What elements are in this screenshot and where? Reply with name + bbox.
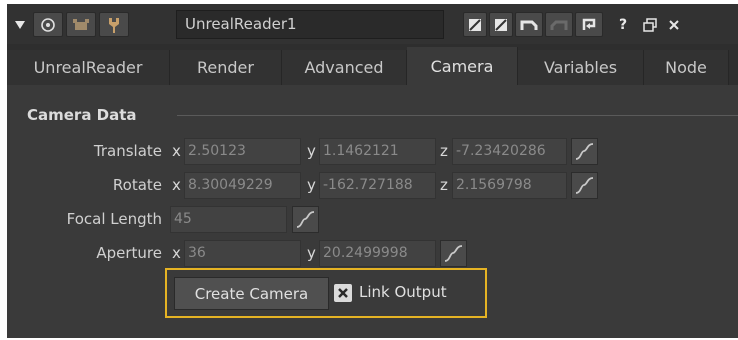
focal-length-animation-icon[interactable] [292, 206, 319, 233]
rotate-y-field[interactable]: -162.727188 [319, 172, 436, 199]
link-output-label[interactable]: Link Output [359, 283, 447, 301]
aperture-y-field[interactable]: 20.2499998 [319, 240, 436, 267]
rotate-z-field[interactable]: 2.1569798 [452, 172, 567, 199]
aperture-y-axis: y [307, 244, 316, 262]
aperture-x-field[interactable]: 36 [184, 240, 301, 267]
slash-square-alt-icon[interactable] [489, 12, 513, 37]
check-x-icon [338, 288, 348, 298]
rotate-x-field[interactable]: 8.30049229 [184, 172, 301, 199]
revert-icon[interactable] [575, 12, 603, 37]
rotate-label: Rotate [112, 176, 162, 194]
tab-advanced[interactable]: Advanced [282, 50, 407, 85]
rotate-animation-icon[interactable] [571, 172, 598, 199]
help-button[interactable]: ? [613, 12, 633, 37]
redo-icon [545, 12, 573, 37]
focal-length-field[interactable]: 45 [170, 206, 287, 233]
translate-animation-icon[interactable] [571, 138, 598, 165]
rotate-z-axis: z [440, 176, 448, 194]
translate-y-axis: y [307, 142, 316, 160]
tool-wrench-icon[interactable] [99, 12, 129, 37]
aperture-label: Aperture [96, 244, 162, 262]
node-panel: UnrealReader1 ? UnrealReader Render Adva… [0, 0, 738, 340]
node-name-field[interactable]: UnrealReader1 [176, 10, 444, 39]
tab-bar: UnrealReader Render Advanced Camera Vari… [7, 44, 738, 85]
close-icon[interactable] [664, 12, 684, 37]
translate-z-axis: z [440, 142, 448, 160]
create-camera-button[interactable]: Create Camera [174, 277, 329, 310]
rotate-y-axis: y [307, 176, 316, 194]
section-divider [177, 115, 738, 116]
tab-render[interactable]: Render [170, 50, 282, 85]
float-window-icon[interactable] [639, 12, 661, 37]
tab-node[interactable]: Node [644, 50, 729, 85]
collapse-triangle-icon[interactable] [10, 12, 30, 37]
rotate-x-axis: x [172, 176, 181, 194]
tab-unrealreader[interactable]: UnrealReader [7, 50, 170, 85]
translate-x-axis: x [172, 142, 181, 160]
node-color-icon[interactable] [66, 12, 96, 37]
aperture-x-axis: x [172, 244, 181, 262]
translate-label: Translate [93, 142, 162, 160]
focal-length-label: Focal Length [66, 210, 162, 228]
title-bar: UnrealReader1 ? [7, 4, 738, 44]
translate-x-field[interactable]: 2.50123 [184, 138, 301, 165]
translate-y-field[interactable]: 1.1462121 [319, 138, 436, 165]
undo-icon[interactable] [515, 12, 543, 37]
center-node-icon[interactable] [33, 12, 63, 37]
translate-z-field[interactable]: -7.23420286 [452, 138, 567, 165]
tab-camera[interactable]: Camera [407, 47, 518, 85]
panel-body: UnrealReader1 ? UnrealReader Render Adva… [7, 4, 738, 338]
link-output-checkbox[interactable] [334, 284, 352, 302]
slash-square-icon[interactable] [463, 12, 487, 37]
tab-variables[interactable]: Variables [518, 50, 644, 85]
section-title: Camera Data [27, 106, 137, 124]
aperture-animation-icon[interactable] [440, 240, 467, 267]
